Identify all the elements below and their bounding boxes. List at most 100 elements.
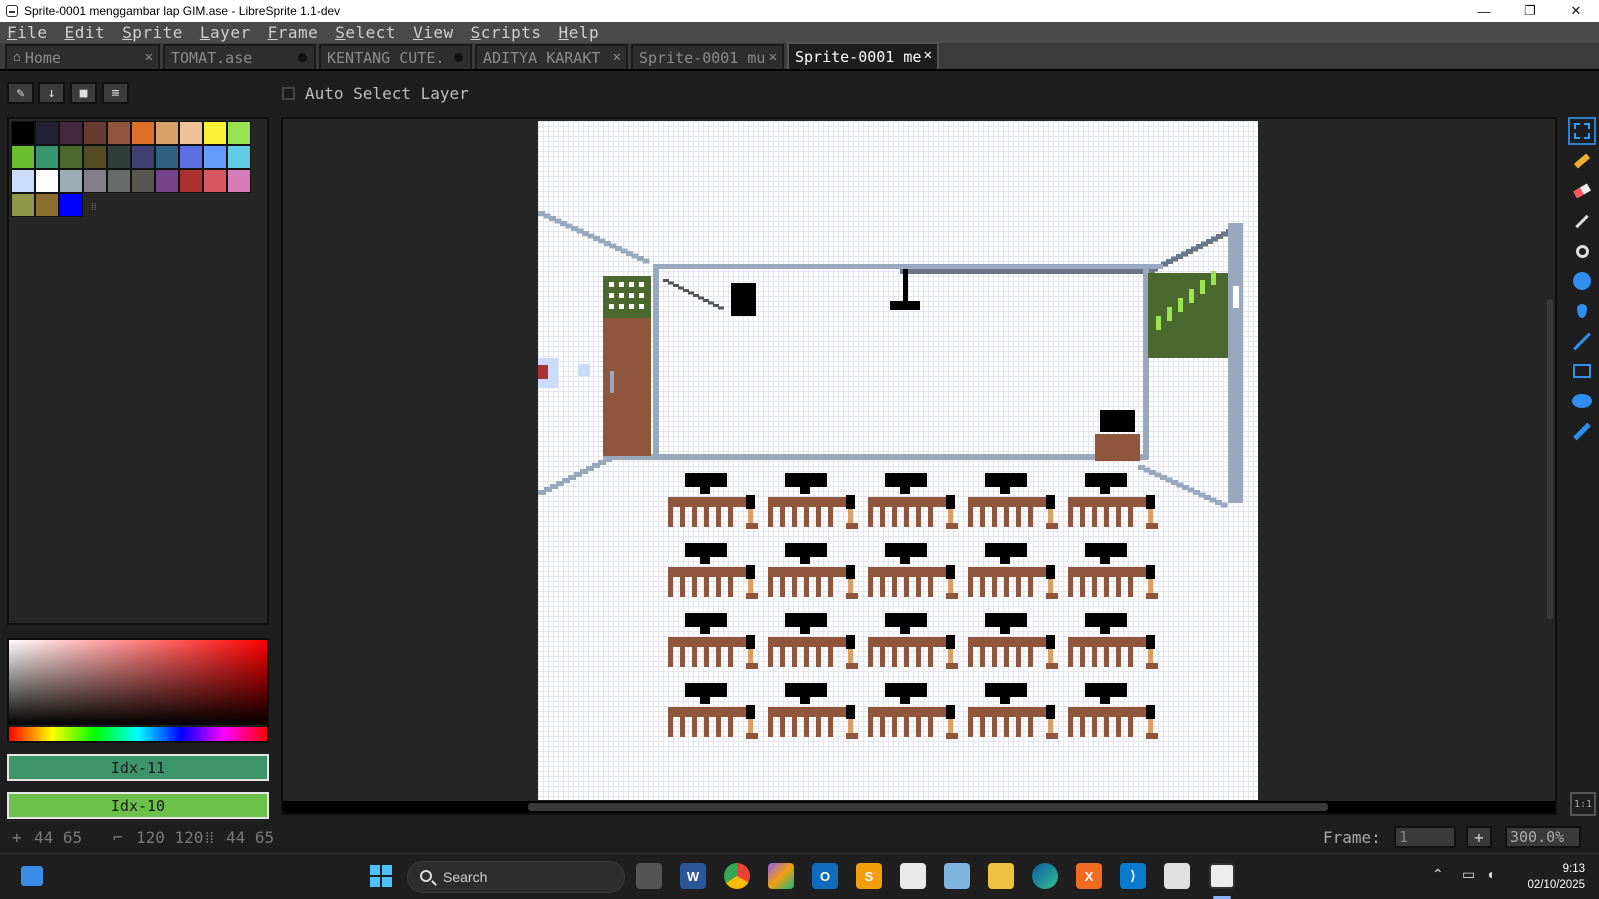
palette-swatch[interactable] bbox=[107, 145, 131, 169]
snipping-tool-icon[interactable] bbox=[1164, 863, 1190, 889]
palette-swatch[interactable] bbox=[131, 145, 155, 169]
palette-swatch[interactable] bbox=[155, 145, 179, 169]
menu-file[interactable]: File bbox=[7, 23, 48, 42]
marquee-tool[interactable] bbox=[1568, 117, 1596, 145]
auto-select-layer-toggle[interactable]: Auto Select Layer bbox=[282, 84, 469, 103]
palette-swatch[interactable] bbox=[11, 121, 35, 145]
palette-swatch[interactable] bbox=[203, 121, 227, 145]
close-window-button[interactable]: ✕ bbox=[1553, 0, 1599, 22]
menu-scripts[interactable]: Scripts bbox=[471, 23, 542, 42]
horizontal-scrollbar[interactable] bbox=[283, 801, 1555, 813]
palette-swatch[interactable] bbox=[131, 169, 155, 193]
pencil-tool[interactable] bbox=[1568, 147, 1596, 175]
edge-icon[interactable] bbox=[1032, 863, 1058, 889]
fill-tool[interactable] bbox=[1568, 297, 1596, 325]
palette-swatch[interactable] bbox=[59, 169, 83, 193]
palette-swatch[interactable] bbox=[35, 193, 59, 217]
taskbar-search-box[interactable]: Search bbox=[407, 861, 625, 893]
close-icon[interactable]: ✕ bbox=[769, 49, 777, 65]
palette-swatch[interactable] bbox=[227, 121, 251, 145]
contour-tool[interactable] bbox=[1568, 387, 1596, 415]
microsoft-store-icon[interactable] bbox=[900, 863, 926, 889]
tab-aditya-karakter[interactable]: ADITYA KARAKT ✕ bbox=[475, 44, 628, 69]
menu-help[interactable]: Help bbox=[559, 23, 600, 42]
background-color-button[interactable]: Idx-10 bbox=[7, 792, 269, 819]
palette-swatch[interactable] bbox=[179, 169, 203, 193]
word-icon[interactable]: W bbox=[680, 863, 706, 889]
palette-swatch[interactable] bbox=[155, 121, 179, 145]
tab-home[interactable]: ⌂ Home ✕ bbox=[5, 44, 160, 69]
palette-swatch[interactable] bbox=[83, 169, 107, 193]
chrome-icon[interactable] bbox=[724, 863, 750, 889]
palette-swatch[interactable] bbox=[59, 121, 83, 145]
copilot-icon[interactable] bbox=[768, 863, 794, 889]
menu-frame[interactable]: Frame bbox=[268, 23, 319, 42]
hue-slider[interactable] bbox=[9, 727, 267, 741]
move-tool[interactable] bbox=[1568, 267, 1596, 295]
palette-sort-button[interactable]: ↓ bbox=[38, 82, 65, 104]
palette-swatch[interactable] bbox=[35, 169, 59, 193]
tab-tomat[interactable]: TOMAT.ase bbox=[163, 44, 316, 69]
saturation-value-box[interactable] bbox=[9, 640, 267, 725]
zoom-reset-button[interactable]: 1:1 bbox=[1570, 792, 1596, 816]
frame-number-input[interactable]: 1 bbox=[1394, 826, 1456, 848]
zoom-level-field[interactable]: 300.0% bbox=[1505, 826, 1581, 848]
vscode-icon[interactable]: ⟩ bbox=[1120, 863, 1146, 889]
palette-swatch[interactable] bbox=[227, 169, 251, 193]
palette-swatch[interactable] bbox=[227, 145, 251, 169]
windows-start-icon[interactable] bbox=[368, 863, 394, 889]
close-icon[interactable]: ✕ bbox=[613, 49, 621, 65]
palette-swatch[interactable] bbox=[155, 169, 179, 193]
modified-dot-icon[interactable] bbox=[454, 53, 463, 62]
volume-icon[interactable]: ◖ bbox=[1486, 866, 1494, 882]
palette-swatch[interactable] bbox=[203, 145, 227, 169]
line-tool[interactable] bbox=[1568, 327, 1596, 355]
tab-sprite-0001-mu[interactable]: Sprite-0001 mu ✕ bbox=[631, 44, 784, 69]
modified-dot-icon[interactable] bbox=[298, 53, 307, 62]
menu-view[interactable]: View bbox=[413, 23, 454, 42]
menu-select[interactable]: Select bbox=[335, 23, 396, 42]
virtualbox-icon[interactable] bbox=[944, 863, 970, 889]
palette-presets-button[interactable]: ■ bbox=[70, 82, 97, 104]
palette-swatch[interactable] bbox=[59, 145, 83, 169]
eraser-tool[interactable] bbox=[1568, 177, 1596, 205]
vertical-scrollbar[interactable] bbox=[1545, 119, 1555, 799]
outlook-icon[interactable]: O bbox=[812, 863, 838, 889]
minimize-button[interactable]: — bbox=[1461, 0, 1507, 22]
palette-edit-button[interactable]: ✎ bbox=[7, 82, 34, 104]
sublime-icon[interactable]: S bbox=[856, 863, 882, 889]
palette-swatch[interactable] bbox=[203, 169, 227, 193]
palette-options-button[interactable]: ≡ bbox=[102, 82, 129, 104]
eyedropper-tool[interactable] bbox=[1568, 207, 1596, 235]
menu-sprite[interactable]: Sprite bbox=[122, 23, 183, 42]
zoom-tool[interactable] bbox=[1568, 237, 1596, 265]
menu-layer[interactable]: Layer bbox=[200, 23, 251, 42]
palette-swatch[interactable] bbox=[59, 193, 83, 217]
palette-swatch[interactable] bbox=[11, 169, 35, 193]
sprite-editor[interactable] bbox=[281, 117, 1557, 815]
vertical-scroll-thumb[interactable] bbox=[1547, 299, 1553, 619]
chevron-up-icon[interactable]: ⌃ bbox=[1432, 866, 1444, 883]
palette-swatch[interactable] bbox=[11, 193, 35, 217]
tab-kentang-cute[interactable]: KENTANG CUTE. bbox=[319, 44, 472, 69]
close-icon[interactable]: ✕ bbox=[145, 49, 153, 65]
file-explorer-icon[interactable] bbox=[988, 863, 1014, 889]
palette-swatch[interactable] bbox=[179, 121, 203, 145]
palette-swatch[interactable] bbox=[11, 145, 35, 169]
sprite-canvas[interactable] bbox=[538, 121, 1258, 800]
palette-swatch[interactable] bbox=[35, 121, 59, 145]
foreground-color-button[interactable]: Idx-11 bbox=[7, 754, 269, 781]
taskbar-clock[interactable]: 9:13 02/10/2025 bbox=[1527, 861, 1585, 893]
palette-swatch[interactable] bbox=[107, 121, 131, 145]
rectangle-tool[interactable] bbox=[1568, 357, 1596, 385]
palette-swatch[interactable] bbox=[107, 169, 131, 193]
task-view-icon[interactable] bbox=[636, 863, 662, 889]
palette-swatch[interactable] bbox=[35, 145, 59, 169]
palette-swatch[interactable] bbox=[131, 121, 155, 145]
frame-add-button[interactable]: + bbox=[1466, 826, 1492, 848]
palette-swatch[interactable] bbox=[83, 121, 107, 145]
menu-edit[interactable]: Edit bbox=[65, 23, 106, 42]
close-icon[interactable]: ✕ bbox=[924, 47, 932, 63]
auto-select-checkbox[interactable] bbox=[282, 87, 295, 100]
widgets-icon[interactable] bbox=[19, 863, 45, 889]
